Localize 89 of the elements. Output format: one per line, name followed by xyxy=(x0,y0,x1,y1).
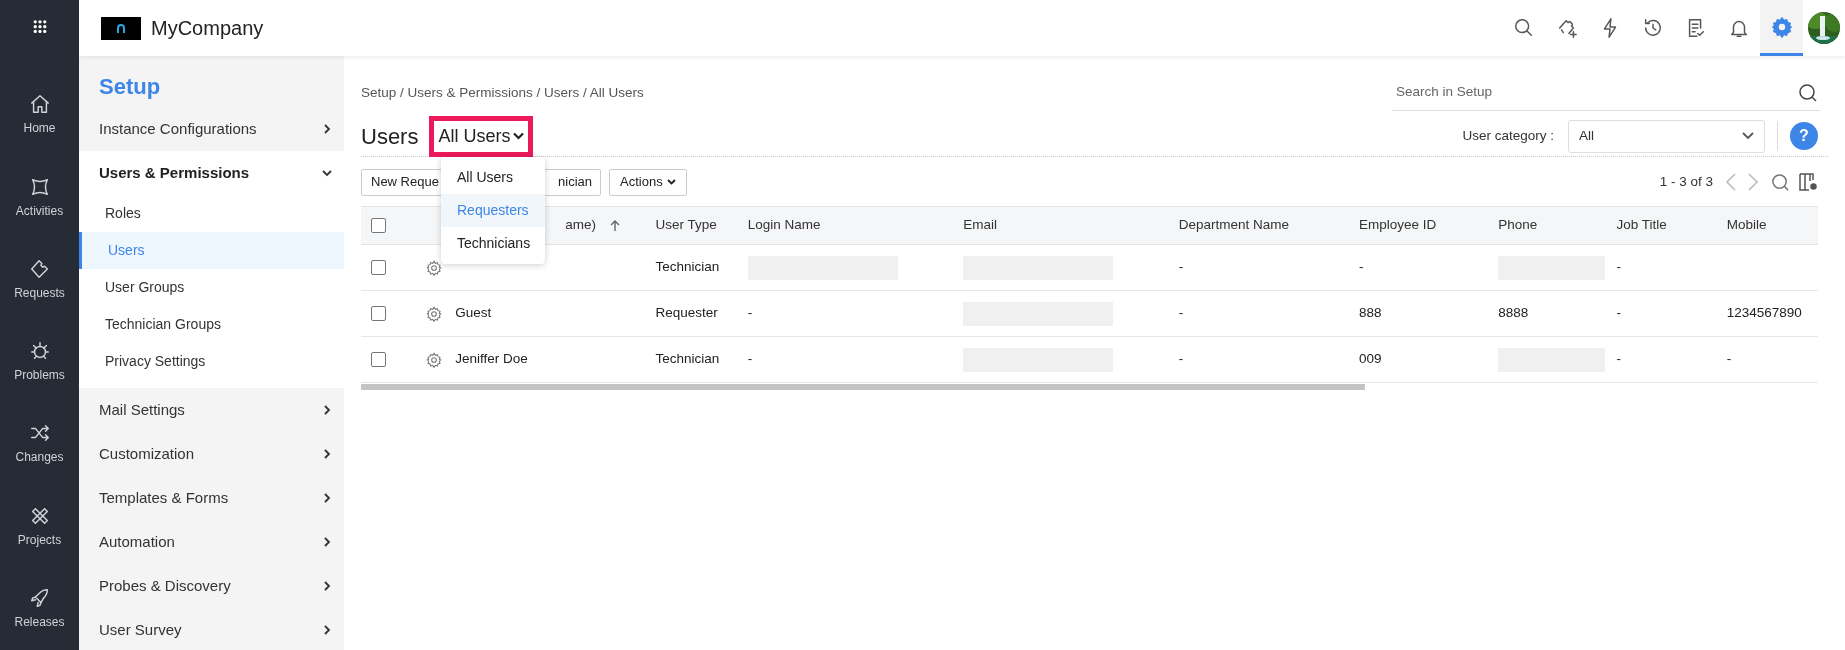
rail-item[interactable]: Changes xyxy=(0,403,79,486)
chevron-down-icon xyxy=(666,179,676,185)
rail-item[interactable]: Activities xyxy=(0,156,79,239)
home-icon xyxy=(28,93,51,116)
table-cell: - xyxy=(1359,259,1364,275)
nav-section[interactable]: Probes & Discovery xyxy=(79,564,344,608)
table-cell: Technician xyxy=(655,351,720,367)
nav-item[interactable]: Technician Groups xyxy=(79,306,344,343)
table-cell: 888 xyxy=(1359,305,1382,321)
column-settings-icon[interactable] xyxy=(1798,172,1818,192)
ticket-icon xyxy=(28,257,51,280)
search-field[interactable]: Search in Setup xyxy=(1396,82,1798,103)
search-icon[interactable] xyxy=(1798,82,1818,103)
chevron-down-icon xyxy=(322,168,332,178)
table-cell: - xyxy=(1726,351,1732,367)
table-cell: 1234567890 xyxy=(1726,305,1802,321)
table-cell: - xyxy=(1178,259,1184,275)
search-icon[interactable] xyxy=(1771,172,1790,192)
breadcrumb: Setup / Users & Permissions / Users / All Users xyxy=(361,84,644,102)
table-cell: 8888 xyxy=(1498,305,1529,321)
setup-title: Setup xyxy=(98,73,162,101)
chevron-right-icon xyxy=(322,625,332,635)
settings-icon[interactable] xyxy=(426,259,443,276)
menu-item[interactable]: Technicians xyxy=(441,227,545,260)
table-cell: Requester xyxy=(655,305,718,321)
column-header[interactable]: Login Name xyxy=(747,215,821,236)
column-header[interactable]: Mobile xyxy=(1726,215,1767,236)
rail-item[interactable]: Releases xyxy=(0,567,79,650)
rocket-icon xyxy=(28,586,51,609)
logo-icon xyxy=(101,16,141,40)
nav-item[interactable]: Roles xyxy=(79,195,344,232)
search-icon[interactable] xyxy=(1512,17,1535,39)
rail-item[interactable]: Problems xyxy=(0,321,79,404)
column-header[interactable]: Department Name xyxy=(1178,215,1289,236)
category-label: User category : xyxy=(1462,126,1554,145)
nav-section[interactable]: Templates & Forms xyxy=(79,476,344,520)
table-cell: - xyxy=(1616,351,1621,367)
column-header[interactable]: Employee ID xyxy=(1359,215,1437,236)
checkbox[interactable] xyxy=(371,218,386,233)
table-cell: - xyxy=(1178,351,1184,367)
checkbox[interactable] xyxy=(371,306,386,321)
nav-section[interactable]: Users & Permissions xyxy=(79,151,344,195)
page-title: Users xyxy=(361,122,419,151)
nav-section[interactable]: Instance Configurations xyxy=(79,107,344,151)
column-header[interactable]: User Type xyxy=(655,215,717,236)
chevron-right-icon xyxy=(322,493,332,503)
chevron-right-icon xyxy=(322,537,332,547)
nav-item[interactable]: Privacy Settings xyxy=(79,343,344,380)
chevron-right-icon xyxy=(322,449,332,459)
chevron-right-icon xyxy=(322,405,332,415)
nav-section[interactable]: Customization xyxy=(79,432,344,476)
help-button[interactable]: ? xyxy=(1790,122,1818,150)
table-cell: - xyxy=(1616,259,1621,275)
app-grid-icon[interactable] xyxy=(31,19,48,35)
chevron-down-icon xyxy=(1742,132,1754,140)
table-cell: Guest xyxy=(455,305,492,321)
nav-section[interactable]: Mail Settings xyxy=(79,388,344,432)
settings-icon[interactable] xyxy=(426,305,443,322)
actions-button[interactable]: Actions xyxy=(609,168,687,196)
rail-item[interactable]: Home xyxy=(0,74,79,157)
table-cell: - xyxy=(747,305,753,321)
settings-icon[interactable] xyxy=(426,351,443,368)
table-cell: - xyxy=(1616,305,1621,321)
sort-arrow-icon[interactable] xyxy=(609,219,620,232)
view-selector[interactable]: All Users xyxy=(429,115,534,157)
nav-section[interactable]: Automation xyxy=(79,520,344,564)
rail-item[interactable]: Projects xyxy=(0,485,79,568)
chevron-down-icon xyxy=(513,132,525,140)
checkbox[interactable] xyxy=(371,260,386,275)
column-header[interactable]: Phone xyxy=(1498,215,1538,236)
checkbox[interactable] xyxy=(371,352,386,367)
pagination-label: 1 - 3 of 3 xyxy=(1659,172,1713,191)
table-cell: Technician xyxy=(655,259,720,275)
chevron-right-icon xyxy=(322,124,332,134)
column-header[interactable]: Email xyxy=(963,215,997,236)
table-cell: - xyxy=(1178,305,1184,321)
table-cell: Jeniffer Doe xyxy=(455,351,528,367)
table-cell: 009 xyxy=(1359,351,1382,367)
chevron-right-icon xyxy=(322,581,332,591)
scrollbar[interactable] xyxy=(361,384,1365,390)
rail-item[interactable]: Requests xyxy=(0,238,79,322)
table-cell: - xyxy=(747,351,753,367)
settings-icon[interactable] xyxy=(1770,15,1793,38)
company-name: MyCompany xyxy=(151,16,264,41)
category-select[interactable]: All xyxy=(1568,119,1765,153)
nav-item[interactable]: User Groups xyxy=(79,269,344,306)
column-header[interactable]: Job Title xyxy=(1616,215,1667,236)
nav-section[interactable]: User Survey xyxy=(79,608,344,650)
column-header[interactable]: ame) xyxy=(565,215,596,236)
